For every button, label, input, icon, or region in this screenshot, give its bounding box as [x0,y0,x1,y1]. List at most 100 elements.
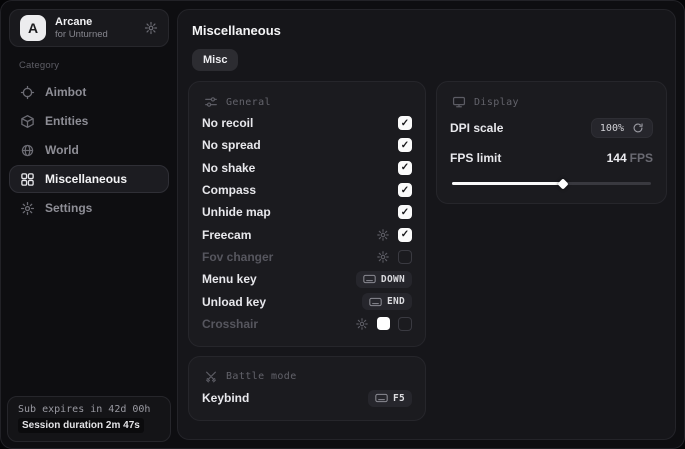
battle-mode-card: Battle mode Keybind F5 [188,356,426,421]
swords-icon [204,370,218,384]
keyboard-icon [369,297,382,307]
row-label: FPS limit [450,151,501,165]
app-name: Arcane [55,16,108,29]
row-label: Crosshair [202,317,258,331]
row-label: Unload key [202,295,266,309]
general-card-header: General [204,95,412,109]
freecam-settings-gear-icon[interactable] [376,228,390,242]
left-column: General No recoil No spread No shake [188,81,426,421]
crosshair-settings-gear-icon[interactable] [355,317,369,331]
setting-row-battle-keybind: Keybind F5 [202,387,412,409]
crosshair-color-swatch[interactable] [377,317,390,330]
keybind-value: END [387,296,405,307]
sidebar-item-world[interactable]: World [9,136,169,164]
subscription-card: Sub expires in 42d 00h Session duration … [7,396,171,442]
setting-row-unhide-map: Unhide map [202,201,412,223]
freecam-checkbox[interactable] [398,228,412,242]
app-header-names: Arcane for Unturned [55,16,108,41]
no-spread-checkbox[interactable] [398,138,412,152]
cube-icon [20,114,35,129]
setting-row-no-recoil: No recoil [202,112,412,134]
setting-row-compass: Compass [202,179,412,201]
sidebar-item-entities[interactable]: Entities [9,107,169,135]
setting-row-crosshair: Crosshair [202,313,412,335]
setting-row-no-shake: No shake [202,157,412,179]
row-label: Fov changer [202,250,273,264]
battle-mode-card-header: Battle mode [204,370,412,384]
sidebar-item-settings[interactable]: Settings [9,194,169,222]
sliders-icon [204,95,218,109]
dpi-scale-control[interactable]: 100% [591,118,653,138]
sidebar-item-label: Entities [45,114,88,128]
sub-expires-text: Sub expires in 42d 00h [18,404,160,415]
display-card-header: Display [452,95,653,109]
menu-key-keybind-button[interactable]: DOWN [356,271,412,288]
sidebar: A Arcane for Unturned Category Aimbot [1,1,177,448]
sidebar-item-label: World [45,143,79,157]
unhide-map-checkbox[interactable] [398,205,412,219]
setting-row-unload-key: Unload key END [202,290,412,312]
fps-limit-slider[interactable] [452,178,651,189]
app-window: A Arcane for Unturned Category Aimbot [0,0,685,449]
setting-row-no-spread: No spread [202,134,412,156]
globe-icon [20,143,35,158]
main-panel: Miscellaneous Misc General No rec [177,9,676,440]
display-card-title: Display [474,97,519,108]
row-label: No spread [202,138,261,152]
crosshair-checkbox[interactable] [398,317,412,331]
app-logo: A [20,15,46,41]
row-label: No shake [202,161,255,175]
general-card-title: General [226,97,271,108]
gear-icon[interactable] [144,21,158,35]
keyboard-icon [363,274,376,284]
monitor-icon [452,95,466,109]
row-label: Compass [202,183,256,197]
fps-value: 144 [607,151,627,165]
general-card: General No recoil No spread No shake [188,81,426,347]
keybind-value: DOWN [381,274,405,285]
row-label: DPI scale [450,121,503,135]
sidebar-item-label: Aimbot [45,85,86,99]
dpi-scale-value: 100% [600,123,624,134]
crosshair-icon [20,85,35,100]
fps-slider-fill [452,182,563,185]
no-recoil-checkbox[interactable] [398,116,412,130]
slider-thumb[interactable] [558,178,569,189]
battle-mode-card-title: Battle mode [226,371,297,382]
fps-unit: FPS [630,151,653,165]
fps-limit-value: 144FPS [607,149,653,167]
setting-row-menu-key: Menu key DOWN [202,268,412,290]
page-title: Miscellaneous [192,23,667,38]
unload-key-keybind-button[interactable]: END [362,293,412,310]
row-label: Menu key [202,272,257,286]
app-header-card: A Arcane for Unturned [9,9,169,47]
row-label: Unhide map [202,205,271,219]
setting-row-fov-changer: Fov changer [202,246,412,268]
fov-changer-checkbox[interactable] [398,250,412,264]
no-shake-checkbox[interactable] [398,161,412,175]
setting-row-dpi-scale: DPI scale 100% [450,117,653,139]
content-columns: General No recoil No spread No shake [188,81,667,421]
sidebar-nav: Aimbot Entities World [1,78,177,222]
sidebar-item-label: Settings [45,201,92,215]
category-label: Category [19,60,177,71]
session-duration-text: Session duration 2m 47s [18,418,144,433]
sidebar-item-aimbot[interactable]: Aimbot [9,78,169,106]
sidebar-item-label: Miscellaneous [45,172,127,186]
battle-keybind-button[interactable]: F5 [368,390,412,407]
grid-icon [20,172,35,187]
setting-row-freecam: Freecam [202,223,412,245]
row-label: No recoil [202,116,253,130]
compass-checkbox[interactable] [398,183,412,197]
display-card: Display DPI scale 100% [436,81,667,204]
right-column: Display DPI scale 100% [436,81,667,204]
fov-changer-settings-gear-icon[interactable] [376,250,390,264]
row-label: Freecam [202,228,251,242]
gear-icon [20,201,35,216]
tab-misc[interactable]: Misc [192,49,238,71]
keyboard-icon [375,393,388,403]
setting-row-fps-limit: FPS limit 144FPS [450,147,653,169]
sidebar-item-miscellaneous[interactable]: Miscellaneous [9,165,169,193]
refresh-icon [632,122,644,134]
keybind-value: F5 [393,393,405,404]
